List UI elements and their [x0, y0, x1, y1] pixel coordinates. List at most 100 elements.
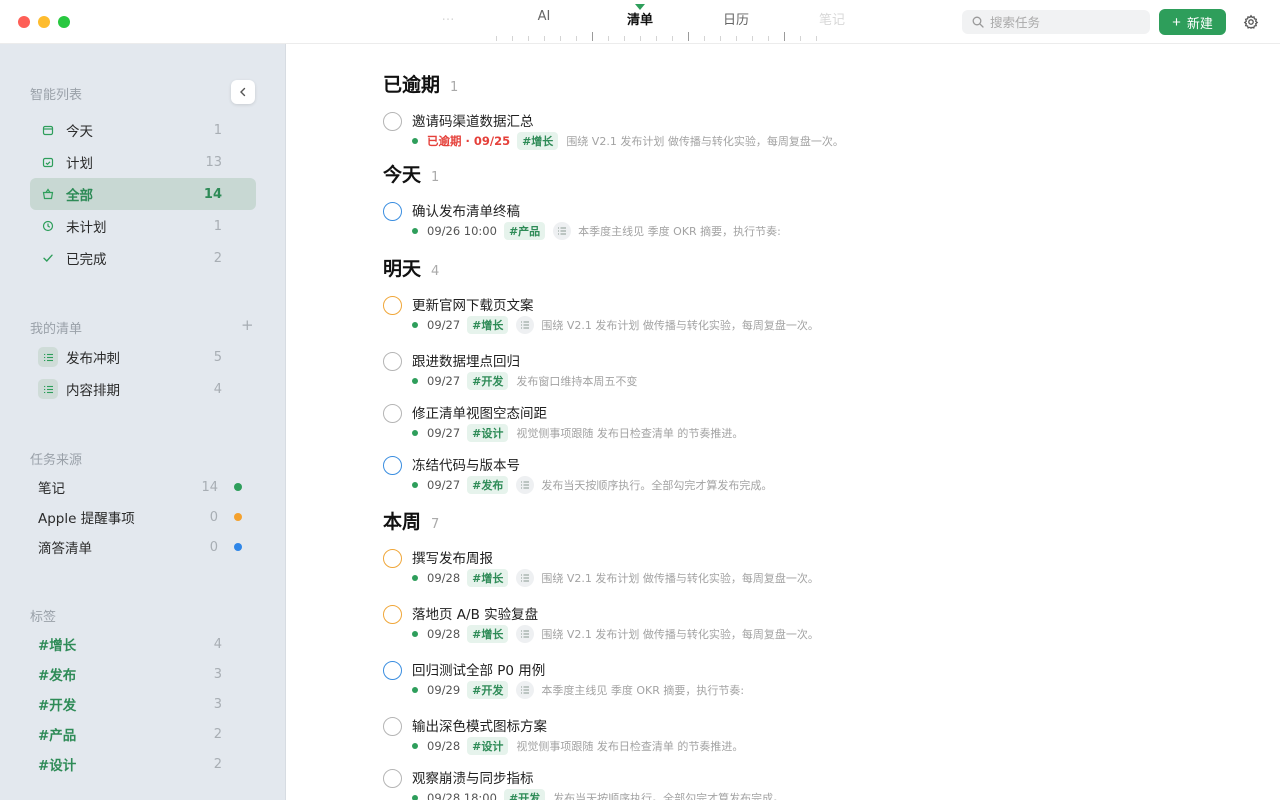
task-tag[interactable]: #开发 [503, 789, 546, 800]
group-header: 明天 4 [383, 254, 439, 281]
tag-product[interactable]: #产品 2 [38, 723, 224, 745]
sidebar-item-unplanned[interactable]: 未计划 1 [30, 210, 256, 242]
task-date: 09/27 [427, 318, 461, 332]
sidebar-item-count: 2 [213, 250, 222, 266]
task-date: 09/28 18:00 [427, 791, 497, 800]
task-checkbox[interactable] [383, 112, 402, 131]
task-row[interactable]: 输出深色模式图标方案 09/28 #设计 视觉侧事项跟随 发布日检查清单 的节奏推进。 [383, 713, 1243, 757]
task-row[interactable]: 确认发布清单终稿 09/26 10:00 #产品 本季度主线见 季度 OKR 摘要，执… [383, 198, 1243, 242]
subtask-list-icon [516, 569, 535, 587]
task-checkbox[interactable] [383, 661, 402, 680]
search-input[interactable] [990, 14, 1140, 30]
tab-ruler [496, 32, 817, 41]
group-count: 7 [431, 517, 440, 532]
task-checkbox[interactable] [383, 456, 402, 475]
source-dot [412, 631, 418, 637]
tag-label: #设计 [38, 758, 77, 774]
new-task-button[interactable]: + 新建 [1159, 9, 1226, 35]
sidebar-item-planned[interactable]: 计划 13 [30, 146, 256, 178]
task-checkbox[interactable] [383, 769, 402, 788]
tag-design[interactable]: #设计 2 [38, 753, 224, 775]
task-checkbox[interactable] [383, 296, 402, 315]
group-title: 已逾期 [383, 74, 441, 96]
task-meta: 09/28 #增长 围绕 V2.1 发布计划 做传播与转化实验，每周复盘一次。 [412, 625, 819, 643]
zoom-window-button[interactable] [58, 16, 70, 28]
tag-growth[interactable]: #增长 4 [38, 633, 224, 655]
task-checkbox[interactable] [383, 202, 402, 221]
source-apple-reminders[interactable]: Apple 提醒事项 0 [38, 506, 248, 528]
task-tag[interactable]: #发布 [467, 476, 509, 494]
task-row[interactable]: 撰写发布周报 09/28 #增长 围绕 V2.1 发布计划 做传播与转化实验，每周复盘… [383, 545, 1243, 589]
sidebar-item-label: 今天 [66, 124, 93, 140]
task-tag[interactable]: #开发 [467, 372, 509, 390]
calendar-check-icon [40, 154, 56, 170]
task-date: 09/28 [427, 627, 461, 641]
minimize-window-button[interactable] [38, 16, 50, 28]
tab-ai[interactable]: AI [538, 9, 551, 24]
sidebar-item-label: 计划 [66, 156, 93, 172]
task-row[interactable]: 更新官网下载页文案 09/27 #增长 围绕 V2.1 发布计划 做传播与转化实验，每… [383, 292, 1243, 336]
chevron-left-icon [240, 87, 246, 97]
tag-dev[interactable]: #开发 3 [38, 693, 224, 715]
tag-release[interactable]: #发布 3 [38, 663, 224, 685]
task-tag[interactable]: #增长 [467, 569, 509, 587]
search-box[interactable] [962, 10, 1150, 34]
sidebar-item-count: 14 [203, 186, 222, 202]
task-checkbox[interactable] [383, 549, 402, 568]
task-meta: 09/27 #增长 围绕 V2.1 发布计划 做传播与转化实验，每周复盘一次。 [412, 316, 819, 334]
task-row[interactable]: 邀请码渠道数据汇总 已逾期 · 09/25 #增长 围绕 V2.1 发布计划 做传播与… [383, 108, 1243, 152]
source-dot [412, 378, 418, 384]
source-count: 0 [209, 509, 218, 525]
tab-prev[interactable]: … [442, 9, 455, 24]
gear-icon[interactable] [1243, 14, 1259, 30]
title-bar: … AI 清单 日历 笔记 + 新建 [0, 0, 1280, 44]
task-row[interactable]: 冻结代码与版本号 09/27 #发布 发布当天按顺序执行。全部勾完才算发布完成。 [383, 452, 1243, 496]
task-row[interactable]: 回归测试全部 P0 用例 09/29 #开发 本季度主线见 季度 OKR 摘要，执行节… [383, 657, 1243, 701]
task-tag[interactable]: #开发 [467, 681, 509, 699]
task-tag[interactable]: #产品 [503, 222, 546, 240]
task-tag[interactable]: #增长 [517, 132, 559, 150]
sidebar-item-count: 1 [213, 122, 222, 138]
close-window-button[interactable] [18, 16, 30, 28]
source-dot [412, 228, 418, 234]
task-checkbox[interactable] [383, 717, 402, 736]
source-notes[interactable]: 笔记 14 [38, 476, 248, 498]
ruler-tick [784, 32, 785, 41]
plus-icon: + [1172, 13, 1181, 31]
task-checkbox[interactable] [383, 352, 402, 371]
sidebar-item-label: 已完成 [66, 252, 107, 268]
task-row[interactable]: 落地页 A/B 实验复盘 09/28 #增长 围绕 V2.1 发布计划 做传播与转化实… [383, 601, 1243, 645]
task-checkbox[interactable] [383, 404, 402, 423]
task-meta: 09/29 #开发 本季度主线见 季度 OKR 摘要，执行节奏: [412, 681, 744, 699]
sidebar-item-completed[interactable]: 已完成 2 [30, 242, 256, 274]
task-date: 09/28 [427, 571, 461, 585]
tab-list[interactable]: 清单 [627, 9, 653, 28]
task-tag[interactable]: #设计 [467, 737, 509, 755]
tag-label: #开发 [38, 698, 77, 714]
task-list: 已逾期 1 邀请码渠道数据汇总 已逾期 · 09/25 #增长 围绕 V2.1 发布计划 … [287, 44, 1280, 800]
view-switcher: … AI 清单 日历 笔记 [400, 0, 880, 44]
task-tag[interactable]: #增长 [467, 316, 509, 334]
task-tag[interactable]: #增长 [467, 625, 509, 643]
ruler-tick [704, 36, 705, 41]
tab-notes[interactable]: 笔记 [819, 9, 845, 28]
sidebar-item-today[interactable]: 今天 1 [30, 114, 256, 146]
subtask-list-icon [516, 476, 535, 494]
tab-calendar[interactable]: 日历 [723, 9, 749, 28]
add-list-button[interactable]: + [241, 316, 254, 334]
source-ticktick[interactable]: 滴答清单 0 [38, 536, 248, 558]
sidebar-item-launch-sprint[interactable]: 发布冲刺 5 [30, 341, 256, 373]
task-checkbox[interactable] [383, 605, 402, 624]
sidebar-item-content-schedule[interactable]: 内容排期 4 [30, 373, 256, 405]
task-note: 本季度主线见 季度 OKR 摘要，执行节奏: [578, 225, 781, 238]
task-row[interactable]: 修正清单视图空态间距 09/27 #设计 视觉侧事项跟随 发布日检查清单 的节奏推进。 [383, 400, 1243, 444]
task-note: 围绕 V2.1 发布计划 做传播与转化实验，每周复盘一次。 [541, 628, 819, 641]
clock-icon [40, 218, 56, 234]
task-title: 观察崩溃与同步指标 [412, 771, 534, 787]
collapse-sidebar-button[interactable] [231, 80, 255, 104]
task-row[interactable]: 观察崩溃与同步指标 09/28 18:00 #开发 发布当天按顺序执行。全部勾完才算发… [383, 765, 1243, 800]
tag-label: #增长 [38, 638, 77, 654]
task-row[interactable]: 跟进数据埋点回归 09/27 #开发 发布窗口维持本周五不变 [383, 348, 1243, 392]
task-tag[interactable]: #设计 [467, 424, 509, 442]
sidebar-item-all[interactable]: 全部 14 [30, 178, 256, 210]
